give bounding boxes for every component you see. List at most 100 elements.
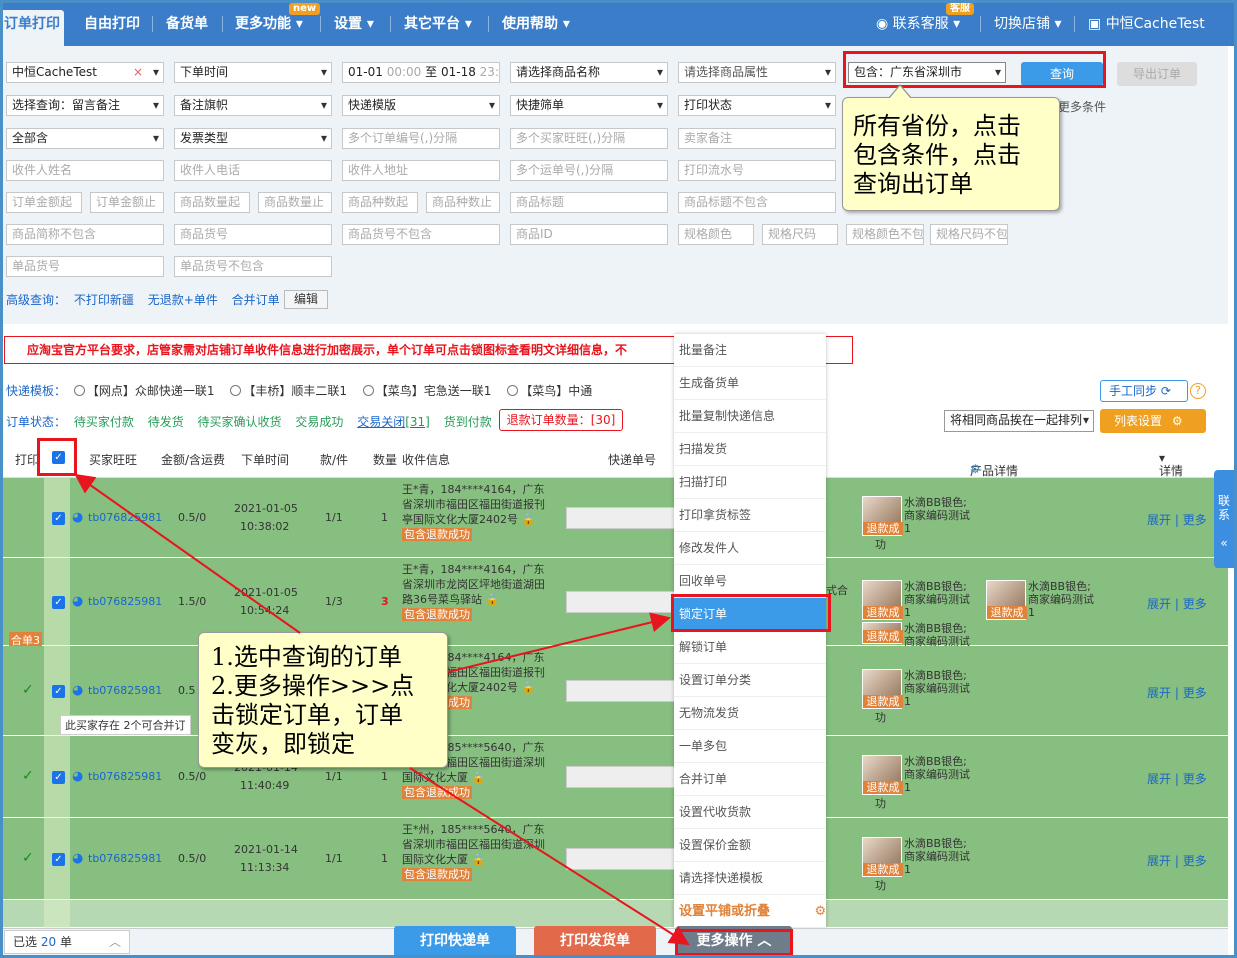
goods-code-input[interactable]: 商品货号	[174, 224, 332, 245]
waybill-input[interactable]	[566, 848, 676, 870]
user-menu[interactable]: ▣ 中恒CacheTest	[1088, 10, 1205, 46]
tab-settings[interactable]: 设置 ▾	[334, 10, 374, 46]
row-checkbox[interactable]: ✓	[52, 685, 65, 698]
adv-merge-link[interactable]: 合并订单	[232, 293, 280, 307]
row-checkbox[interactable]: ✓	[52, 853, 65, 866]
row-checkbox[interactable]: ✓	[52, 771, 65, 784]
spec-size-input[interactable]: 规格尺码	[762, 224, 838, 245]
print-express-button[interactable]: 打印快递单	[394, 926, 516, 958]
expand-link[interactable]: 展开	[1147, 686, 1171, 700]
lock-icon[interactable]: 🔒	[522, 681, 536, 694]
menu-item-14[interactable]: 合并订单	[674, 763, 826, 796]
more-conditions-link[interactable]: 更多条件	[1058, 98, 1106, 115]
invoice-type-select[interactable]: 发票类型	[174, 128, 332, 149]
remark-flag-select[interactable]: 备注旗帜	[174, 95, 332, 116]
edit-button[interactable]: 编辑	[284, 290, 328, 309]
table-row[interactable]: ✓ ✓ ◕ tb076825981 0.5/0 2021-01-14 11:13:34 1/1…	[0, 818, 1228, 900]
adv-no-refund-link[interactable]: 无退款+单件	[148, 293, 218, 307]
sku-exclude-input[interactable]: 单品货号不包含	[174, 256, 332, 277]
menu-item-15[interactable]: 设置代收货款	[674, 796, 826, 829]
clear-icon[interactable]: ×	[133, 63, 143, 82]
template-radio-2[interactable]: 【丰桥】顺丰二联1	[230, 384, 347, 398]
status-success[interactable]: 交易成功	[295, 415, 343, 429]
tab-order-print[interactable]: 订单打印	[0, 10, 64, 46]
print-invoice-button[interactable]: 打印发货单	[534, 926, 656, 958]
select-query-select[interactable]: 选择查询：留言备注	[6, 95, 164, 116]
waybill-input[interactable]	[566, 680, 676, 702]
goods-id-input[interactable]: 商品ID	[510, 224, 668, 245]
table-row[interactable]: ✓✓◕tb0768259810.5/02021-01-1411:40:491/1…	[0, 736, 1228, 818]
menu-item-5[interactable]: 扫描打印	[674, 466, 826, 499]
tab-help[interactable]: 使用帮助 ▾	[502, 10, 570, 46]
list-setting-button[interactable]: 列表设置 ⚙	[1100, 409, 1206, 433]
shop-select[interactable]: 中恒CacheTest ×	[6, 62, 164, 83]
switch-shop-button[interactable]: 切换店铺 ▾	[994, 10, 1061, 46]
adv-no-xinjiang-link[interactable]: 不打印新疆	[74, 293, 134, 307]
wangwang-icon[interactable]: ◕	[72, 769, 83, 784]
help-icon[interactable]: ?	[1190, 383, 1206, 399]
lock-icon[interactable]: 🔒	[522, 513, 536, 526]
menu-item-16[interactable]: 设置保价金额	[674, 829, 826, 862]
menu-item-11[interactable]: 设置订单分类	[674, 664, 826, 697]
wangwang-icon[interactable]: ◕	[72, 683, 83, 698]
seller-remark-input[interactable]: 卖家备注	[678, 128, 836, 149]
receiver-name-input[interactable]: 收件人姓名	[6, 160, 164, 181]
selected-count[interactable]: 已选 20 单 ︿	[4, 930, 130, 954]
buyer-name[interactable]: tb076825981	[88, 770, 162, 783]
status-cod[interactable]: 货到付款	[444, 415, 492, 429]
status-wait-pay[interactable]: 待买家付款	[74, 415, 134, 429]
spec-color-input[interactable]: 规格颜色	[678, 224, 754, 245]
goods-title-input[interactable]: 商品标题	[510, 192, 668, 213]
row-checkbox[interactable]: ✓	[52, 512, 65, 525]
product-thumb[interactable]: 退款成	[862, 669, 903, 709]
service-button[interactable]: ◉ 联系客服 ▾	[876, 10, 960, 46]
menu-item-4[interactable]: 扫描发货	[674, 433, 826, 466]
date-range-input[interactable]: 01-01 00:00 至 01-18 23:59	[342, 62, 500, 83]
row-checkbox[interactable]: ✓	[52, 596, 65, 609]
tab-more-features[interactable]: 更多功能 ▾	[235, 10, 303, 46]
menu-item-12[interactable]: 无物流发货	[674, 697, 826, 730]
more-link[interactable]: 更多	[1183, 597, 1207, 611]
buyer-name[interactable]: tb076825981	[88, 852, 162, 865]
product-thumb[interactable]: 退款成	[862, 580, 903, 620]
expand-link[interactable]: 展开	[1147, 513, 1171, 527]
waybill-input[interactable]	[566, 766, 676, 788]
qty-to-input[interactable]: 商品数量止	[258, 192, 332, 213]
menu-item-13[interactable]: 一单多包	[674, 730, 826, 763]
wangwang-icon[interactable]: ◕	[72, 510, 83, 525]
buyer-name[interactable]: tb076825981	[88, 511, 162, 524]
menu-item-3[interactable]: 批量复制快递信息	[674, 400, 826, 433]
menu-item-2[interactable]: 生成备货单	[674, 367, 826, 400]
lock-icon[interactable]: 🔒	[486, 593, 500, 606]
template-radio-3[interactable]: 【菜鸟】宅急送一联1	[362, 384, 491, 398]
menu-item-18[interactable]: 设置平铺或折叠 ⚙	[674, 895, 826, 928]
status-closed[interactable]: 交易关闭[31]	[357, 415, 430, 429]
buyer-name[interactable]: tb076825981	[88, 684, 162, 697]
expand-link[interactable]: 展开	[1147, 854, 1171, 868]
code-exclude-input[interactable]: 商品货号不包含	[342, 224, 500, 245]
tab-free-print[interactable]: 自由打印	[84, 10, 140, 46]
menu-item-10[interactable]: 解锁订单	[674, 631, 826, 664]
menu-item-1[interactable]: 批量备注	[674, 334, 826, 367]
goods-name-select[interactable]: 请选择商品名称	[510, 62, 668, 83]
tab-stock-list[interactable]: 备货单	[166, 10, 208, 46]
product-thumb[interactable]: 退款成	[862, 837, 903, 877]
export-button[interactable]: 导出订单	[1117, 62, 1197, 86]
goods-attr-select[interactable]: 请选择商品属性	[678, 62, 836, 83]
amount-from-input[interactable]: 订单金额起	[6, 192, 82, 213]
menu-item-17[interactable]: 请选择快递模板	[674, 862, 826, 895]
wangwang-icon[interactable]: ◕	[72, 851, 83, 866]
multi-order-input[interactable]: 多个订单编号(,)分隔	[342, 128, 500, 149]
expand-link[interactable]: 展开	[1147, 597, 1171, 611]
waybill-input[interactable]	[566, 591, 676, 613]
title-exclude-input[interactable]: 商品标题不包含	[678, 192, 836, 213]
multi-buyer-input[interactable]: 多个买家旺旺(,)分隔	[510, 128, 668, 149]
express-template-select[interactable]: 快递模版	[342, 95, 500, 116]
product-thumb-2[interactable]: 退款成	[862, 622, 903, 644]
template-radio-4[interactable]: 【菜鸟】中通	[507, 384, 592, 398]
amount-to-input[interactable]: 订单金额止	[90, 192, 164, 213]
table-row[interactable]: ✓ ✓ ◕ tb076825981 0.5 王*青，184****4164，广东省深圳市福…	[0, 646, 1228, 736]
quick-filter-select[interactable]: 快捷筛单	[510, 95, 668, 116]
tab-other-platforms[interactable]: 其它平台 ▾	[404, 10, 472, 46]
refund-count-badge[interactable]: 退款订单数量：[30]	[499, 409, 623, 431]
